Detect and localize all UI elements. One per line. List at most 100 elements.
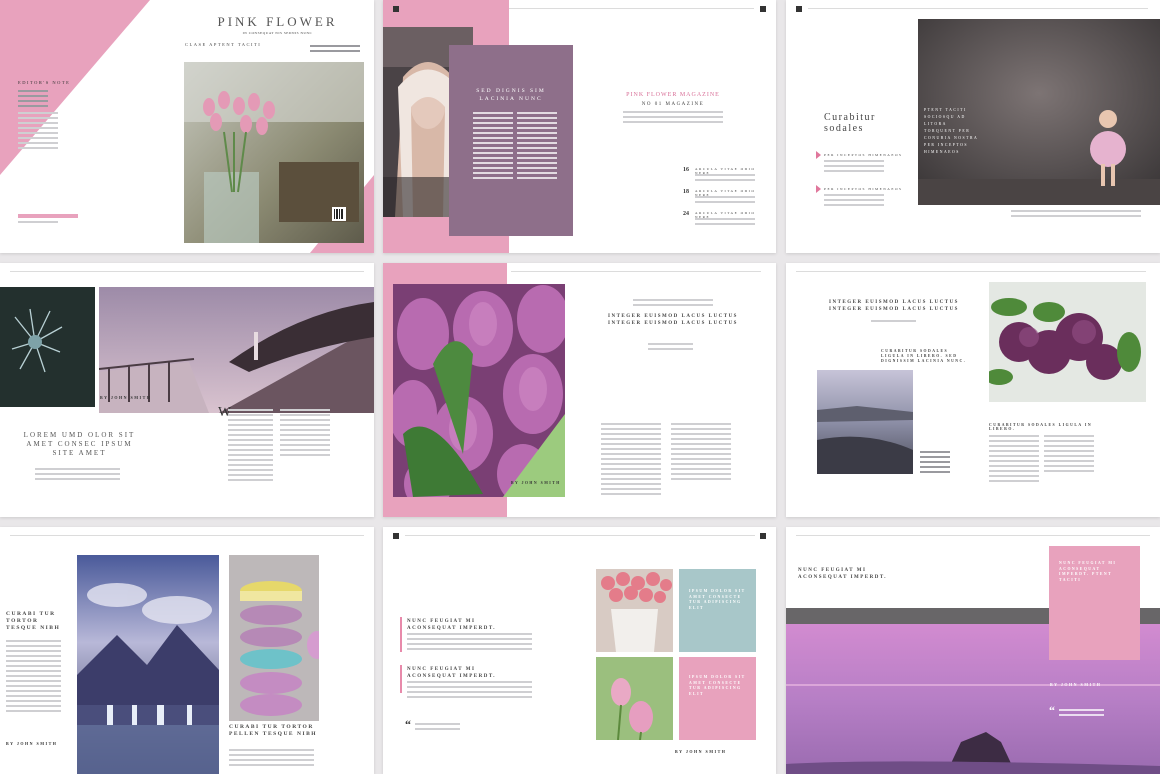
photo-caption: PTENT TACITI SOCIOSQU AD LITORA TORQUENT… [924, 108, 979, 154]
magazine-sub: NO 01 MAGAZINE [641, 102, 705, 107]
intro-lines [35, 468, 120, 483]
subheading: CURABITUR SODALES LIGULA IN LIBERO. SED … [881, 349, 967, 363]
side-list [920, 451, 950, 476]
pink-box-text: IPSUM DOLOR SIT AMET CONSECTE TUR ADIPIS… [689, 675, 746, 696]
spread-7: CURABI TUR TORTOR TESQUE NIBH BY JOHN SM… [0, 527, 374, 774]
list-item-lines [824, 160, 884, 175]
list-item-lines [824, 194, 884, 209]
cover-title: PINK FLOWER [217, 14, 338, 29]
panel-heading: SED DIGNIS SIM LACINIA NUNC [476, 88, 546, 102]
byline: BY JOHN SMITH [511, 481, 561, 485]
byline: BY JOHN SMITH [1050, 682, 1102, 687]
header-line [511, 271, 761, 272]
toc-number: 24 [683, 211, 689, 217]
toc-list: 16 ARCULA VITAE ODIO NERE 18 ARCULA VITA… [683, 167, 763, 233]
heading-kicker [633, 299, 713, 309]
heading-sub-lines [871, 320, 916, 325]
toc-number: 16 [683, 167, 689, 173]
page-number-left [796, 6, 802, 12]
toc-item[interactable]: 18 ARCULA VITAE ODIO NERE [683, 189, 763, 211]
mountain-waterfall-photo [77, 555, 219, 774]
page-number-right [760, 6, 766, 12]
kicker-lines [648, 343, 693, 353]
caption-lines [1011, 210, 1141, 220]
list-item-1: PER INCEPTOS HIMENAEOS [824, 153, 903, 157]
header-line [10, 271, 364, 272]
cover-pink-label [18, 214, 78, 218]
spread-6: INTEGER EUISMOD LACUS LUCTUS INTEGER EUI… [786, 263, 1160, 517]
overlay-box-text: NUNC FEUGIAT MI ACONSEQUAT IMPERDT. PTEN… [1059, 561, 1117, 582]
spread-5: BY JOHN SMITH INTEGER EUISMOD LACUS LUCT… [383, 263, 776, 517]
body-col1 [989, 435, 1039, 485]
body-col1 [601, 423, 661, 498]
spread-9: NUNC FEUGIAT MI ACONSEQUAT IMPERDT. NUNC… [786, 527, 1160, 774]
cover-subtitle: IN CONSEQUAT NIS SEDNIS NUNC [242, 31, 313, 35]
text-2 [407, 681, 532, 701]
pink-box [679, 657, 756, 740]
arrow-bullet-icon [816, 151, 821, 159]
list-item-2: PER INCEPTOS HIMENAEOS [824, 187, 903, 191]
pink-tulip-photo [596, 657, 673, 740]
cover-pink-label-lines [18, 221, 58, 226]
body-col2 [671, 423, 731, 483]
heading-left: CURABI TUR TORTOR TESQUE NIBH [6, 611, 61, 631]
header-line [10, 535, 364, 536]
heading-right: CURABI TUR TORTOR PELLEN TESQUE NIBH [229, 724, 318, 737]
roses-photo [596, 569, 673, 652]
quote-lines [415, 723, 460, 733]
cover-side-text-2 [18, 112, 58, 152]
body-col2 [1044, 435, 1094, 475]
section-heading: Curabitur sodales [824, 112, 876, 134]
byline: BY JOHN SMITH [675, 749, 727, 754]
header-line [808, 8, 1148, 9]
text-1 [407, 633, 532, 653]
toc-item-lines [695, 218, 755, 228]
heading-1: NUNC FEUGIAT MI ACONSEQUAT IMPERDT. [407, 619, 497, 631]
article-heading: INTEGER EUISMOD LACUS LUCTUS INTEGER EUI… [608, 314, 738, 326]
body-text-col1 [228, 409, 273, 484]
cover-side-label: EDITOR'S NOTE [18, 80, 71, 85]
cover-photo-tulips [184, 62, 364, 243]
cover-side-text [18, 90, 48, 110]
spread-3: Curabitur sodales PER INCEPTOS HIMENAEOS… [786, 0, 1160, 253]
spread-8: NUNC FEUGIAT MI ACONSEQUAT IMPERDT. NUNC… [383, 527, 776, 774]
toc-item-lines [695, 196, 755, 206]
quote-lines [1059, 709, 1104, 719]
article-heading: LOREM UMD OLOR SIT AMET CONSEC IPSUM SIT… [23, 431, 136, 457]
header-line [796, 271, 1146, 272]
toc-item-lines [695, 174, 755, 184]
thistle-photo [0, 287, 95, 407]
accent-bar [400, 665, 402, 693]
article-heading: NUNC FEUGIAT MI ACONSEQUAT IMPERDT. [798, 568, 888, 580]
cover-tagline-lines [310, 45, 360, 55]
quote-icon: “ [405, 717, 411, 731]
spread-cover: PINK FLOWER IN CONSEQUAT NIS SEDNIS NUNC… [0, 0, 374, 253]
quote-icon: “ [1049, 703, 1055, 717]
byline: BY JOHN SMITH [100, 395, 152, 400]
accent-bar [400, 617, 402, 652]
tulips-photo [393, 284, 565, 497]
cover-tagline: CLASE APTENT TACITI [185, 42, 262, 47]
header-line [796, 535, 1150, 536]
panel-text-right [517, 112, 557, 182]
panel-text-left [473, 112, 513, 182]
spread-4: BY JOHN SMITH LOREM UMD OLOR SIT AMET CO… [0, 263, 374, 517]
byline: BY JOHN SMITH [6, 741, 58, 746]
text-right [229, 749, 314, 769]
macarons-photo [229, 555, 319, 721]
heading-2: NUNC FEUGIAT MI ACONSEQUAT IMPERDT. [407, 667, 497, 679]
teal-box-text: IPSUM DOLOR SIT AMET CONSECTE TUR ADIPIS… [689, 589, 746, 610]
header-line [509, 8, 754, 9]
page-number-right [760, 533, 766, 539]
lilac-photo [989, 282, 1146, 402]
spread-2: SED DIGNIS SIM LACINIA NUNC PINK FLOWER … [383, 0, 776, 253]
toc-item[interactable]: 16 ARCULA VITAE ODIO NERE [683, 167, 763, 189]
subheading-2: CURABITUR SODALES LIGULA IN LIBERO. [989, 423, 1093, 431]
magazine-lines [623, 111, 723, 126]
page-number-left [393, 533, 399, 539]
toc-item[interactable]: 24 ARCULA VITAE ODIO NERE [683, 211, 763, 233]
header-line [405, 535, 755, 536]
magazine-title: PINK FLOWER MAGAZINE [626, 92, 720, 98]
toc-number: 18 [683, 189, 689, 195]
page-number-left [393, 6, 399, 12]
